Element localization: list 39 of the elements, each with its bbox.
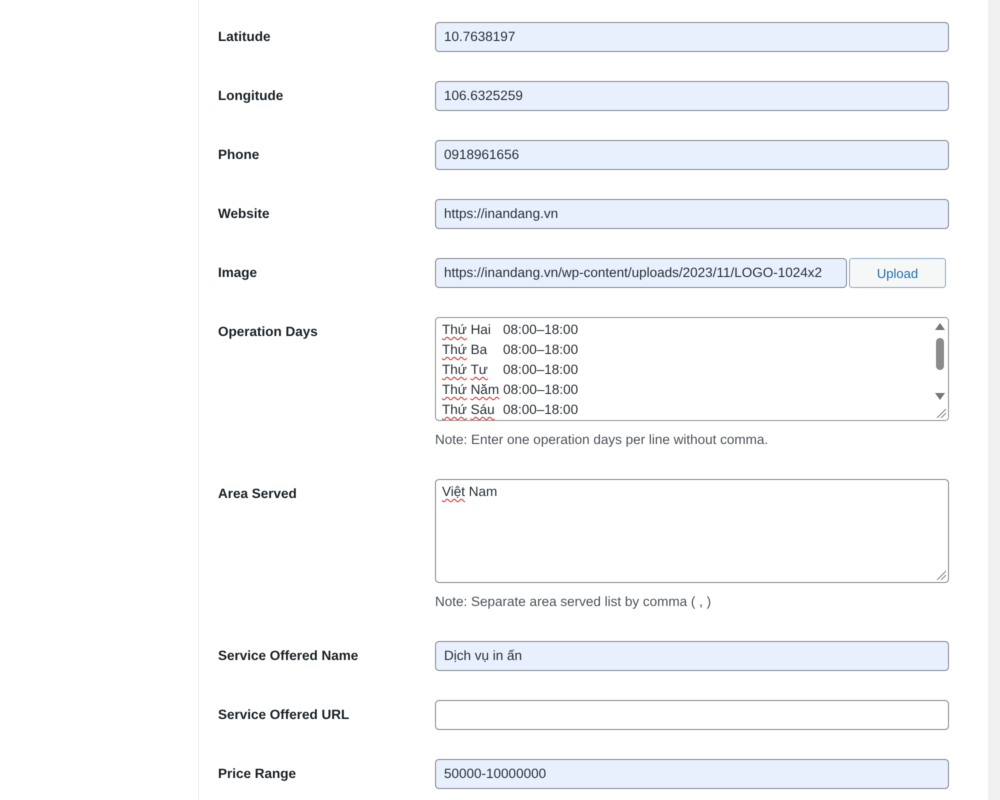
resize-grip-icon[interactable]: [936, 408, 946, 418]
field-label: Latitude: [218, 28, 272, 46]
textarea-field[interactable]: Việt Nam: [435, 479, 949, 583]
hours-text: 08:00–18:00: [503, 342, 578, 357]
scroll-up-arrow-icon[interactable]: [935, 322, 945, 330]
day-text: Thứ Sáu: [442, 401, 496, 419]
hours-text: 08:00–18:00: [503, 402, 578, 417]
field-label: Phone: [218, 146, 260, 164]
field-label: Longitude: [218, 87, 284, 105]
field-label: Service Offered URL: [218, 706, 350, 724]
day-text: Thứ Ba: [442, 341, 488, 359]
hours-text: 08:00–18:00: [503, 382, 578, 397]
day-text: Thứ Tư: [442, 361, 489, 379]
field-note: Note: Separate area served list by comma ( , ): [435, 593, 712, 611]
day-text: Thứ Năm: [442, 381, 500, 399]
hours-text: 08:00–18:00: [503, 362, 578, 377]
input-field[interactable]: https://inandang.vn: [435, 199, 949, 229]
field-label: Operation Days: [218, 323, 319, 341]
scrollbar-thumb[interactable]: [936, 338, 944, 370]
input-field[interactable]: 0918961656: [435, 140, 949, 170]
day-text: Thứ Hai: [442, 321, 492, 339]
upload-button[interactable]: Upload: [849, 258, 946, 288]
field-label: Website: [218, 205, 271, 223]
field-label: Price Range: [218, 765, 298, 783]
input-field[interactable]: 106.6325259: [435, 81, 949, 111]
field-label: Image: [218, 264, 258, 282]
field-note: Note: Enter one operation days per line without comma.: [435, 431, 770, 449]
hours-text: 08:00–18:00: [503, 322, 578, 337]
input-field[interactable]: [435, 700, 949, 730]
input-field[interactable]: Dịch vụ in ấn: [435, 641, 949, 671]
input-field[interactable]: https://inandang.vn/wp-content/uploads/2023/11/LOGO-1024x2: [435, 258, 847, 288]
input-field[interactable]: 10.7638197: [435, 22, 949, 52]
textarea-field[interactable]: Thứ Hai 08:00–18:00 Thứ Ba 08:00–18:00 Thứ Tư 08:00–18:00 Thứ Năm 08:00–18:00 Thứ Sáu 08:00–18:00: [435, 317, 949, 421]
field-label: Area Served: [218, 485, 298, 503]
field-label: Service Offered Name: [218, 647, 360, 665]
scroll-down-arrow-icon[interactable]: [935, 392, 945, 400]
value-text: Việt Nam: [442, 484, 498, 499]
resize-grip-icon[interactable]: [936, 570, 946, 580]
input-field[interactable]: 50000-10000000: [435, 759, 949, 789]
